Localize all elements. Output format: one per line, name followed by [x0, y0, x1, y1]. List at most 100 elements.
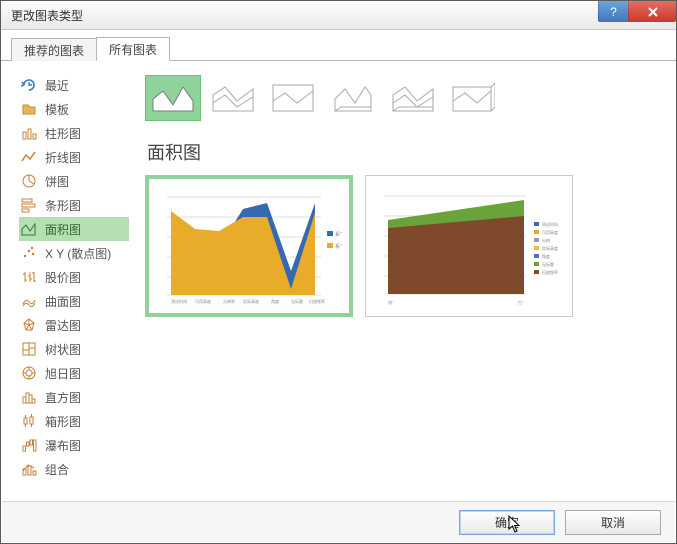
dialog-change-chart-type: 更改图表类型 ? 推荐的图表 所有图表 最近模板柱形图折线图饼图条形图面积图X …: [0, 0, 677, 544]
sidebar-item-label: 柱形图: [45, 125, 81, 142]
svg-text:扫": 扫": [518, 299, 524, 305]
template-icon: [21, 101, 37, 117]
xy-icon: [21, 245, 37, 261]
sidebar-item-label: 树状图: [45, 341, 81, 358]
stock-icon: [21, 269, 37, 285]
sidebar-item-label: 股价图: [45, 269, 81, 286]
sidebar-item-bar[interactable]: 条形图: [19, 193, 129, 217]
sunburst-icon: [21, 365, 37, 381]
surface-icon: [21, 293, 37, 309]
subtype-100-stacked-area[interactable]: [265, 75, 321, 121]
dialog-body: 最近模板柱形图折线图饼图条形图面积图X Y (散点图)股价图曲面图雷达图树状图旭…: [1, 61, 676, 503]
area-3d-icon: [331, 81, 375, 115]
sidebar-item-stock[interactable]: 股价图: [19, 265, 129, 289]
help-button[interactable]: ?: [598, 1, 628, 22]
sidebar-item-column[interactable]: 柱形图: [19, 121, 129, 145]
svg-text:可用高度: 可用高度: [195, 298, 211, 304]
close-button[interactable]: [628, 1, 676, 22]
sidebar-item-label: 模板: [45, 101, 69, 118]
sidebar-item-label: 最近: [45, 77, 69, 94]
window-controls: ?: [598, 1, 676, 22]
svg-text:测试时间: 测试时间: [542, 221, 558, 227]
svg-text:实际高度: 实际高度: [542, 245, 558, 251]
sidebar-item-histogram[interactable]: 直方图: [19, 385, 129, 409]
tab-recommended[interactable]: 推荐的图表: [11, 38, 97, 61]
preview-area-stacked[interactable]: 测试时间 可用高度 分辨 实际高度 角度 无标题 扫描频率 测" 扫": [365, 175, 573, 317]
sidebar-item-box[interactable]: 箱形图: [19, 409, 129, 433]
sidebar-item-line[interactable]: 折线图: [19, 145, 129, 169]
column-icon: [21, 125, 37, 141]
svg-text:无标题: 无标题: [291, 298, 303, 304]
sidebar-item-xy[interactable]: X Y (散点图): [19, 241, 129, 265]
svg-text:可用高度: 可用高度: [542, 229, 558, 235]
svg-text:分辨率: 分辨率: [223, 298, 235, 304]
chart-category-sidebar: 最近模板柱形图折线图饼图条形图面积图 X Y (散点图) 股价图曲面图雷达图树状图旭…: [1, 61, 133, 503]
chart-content: 面积图 测试时间可用高度分辨率 实际高度角度无标题扫描频率: [133, 61, 676, 503]
titlebar: 更改图表类型 ?: [1, 1, 676, 30]
tabstrip: 推荐的图表 所有图表: [1, 30, 676, 61]
sidebar-item-pie[interactable]: 饼图: [19, 169, 129, 193]
section-title: 面积图: [147, 139, 660, 165]
svg-text:扫描频率: 扫描频率: [542, 269, 558, 275]
subtype-3d-stacked-area[interactable]: [385, 75, 441, 121]
box-icon: [21, 413, 37, 429]
combo-icon: [21, 461, 37, 477]
sidebar-item-label: 曲面图: [45, 293, 81, 310]
dialog-footer: 确定 取消: [2, 501, 675, 542]
tab-all-charts[interactable]: 所有图表: [96, 37, 170, 61]
sidebar-item-label: 箱形图: [45, 413, 81, 430]
stacked-area-icon: [211, 81, 255, 115]
subtype-row: [145, 75, 660, 121]
svg-text:实际高度: 实际高度: [243, 298, 259, 304]
cancel-button[interactable]: 取消: [565, 510, 661, 535]
sidebar-item-label: 条形图: [45, 197, 81, 214]
ok-button[interactable]: 确定: [459, 510, 555, 535]
sidebar-item-radar[interactable]: 雷达图: [19, 313, 129, 337]
sidebar-item-sunburst[interactable]: 旭日图: [19, 361, 129, 385]
sidebar-item-label: X Y (散点图): [45, 245, 111, 262]
preview-area-overlap[interactable]: 测试时间 可用高度 分辨率 实际高度 角度 无标题扫描频率 系" 系": [145, 175, 353, 317]
svg-text:角度: 角度: [271, 298, 279, 304]
svg-text:扫描频率: 扫描频率: [309, 298, 325, 304]
sidebar-item-surface[interactable]: 曲面图: [19, 289, 129, 313]
percent-stacked-area-icon: [271, 81, 315, 115]
bar-icon: [21, 197, 37, 213]
subtype-3d-100-stacked-area[interactable]: [445, 75, 501, 121]
pie-icon: [21, 173, 37, 189]
radar-icon: [21, 317, 37, 333]
subtype-area[interactable]: [145, 75, 201, 121]
sidebar-item-template[interactable]: 模板: [19, 97, 129, 121]
svg-text:分辨: 分辨: [542, 237, 550, 243]
sidebar-item-label: 直方图: [45, 389, 81, 406]
sidebar-item-combo[interactable]: 组合: [19, 457, 129, 481]
waterfall-icon: [21, 437, 37, 453]
svg-text:系": 系": [335, 231, 342, 238]
sidebar-item-area[interactable]: 面积图: [19, 217, 129, 241]
svg-text:系": 系": [335, 243, 342, 250]
recent-icon: [21, 77, 37, 93]
sidebar-item-recent[interactable]: 最近: [19, 73, 129, 97]
close-icon: [647, 6, 659, 18]
svg-text:无标题: 无标题: [542, 261, 554, 267]
percent-stacked-area-3d-icon: [451, 81, 495, 115]
preview-chart-2: 测试时间 可用高度 分辨 实际高度 角度 无标题 扫描频率 测" 扫": [366, 176, 572, 316]
sidebar-item-label: 折线图: [45, 149, 81, 166]
area-icon: [21, 221, 37, 237]
sidebar-item-label: 面积图: [45, 221, 81, 238]
line-icon: [21, 149, 37, 165]
sidebar-item-label: 旭日图: [45, 365, 81, 382]
treemap-icon: [21, 341, 37, 357]
stacked-area-3d-icon: [391, 81, 435, 115]
area-icon: [151, 81, 195, 115]
subtype-3d-area[interactable]: [325, 75, 381, 121]
sidebar-item-label: 组合: [45, 461, 69, 478]
sidebar-item-label: 雷达图: [45, 317, 81, 334]
preview-chart-1: 测试时间 可用高度 分辨率 实际高度 角度 无标题扫描频率 系" 系": [149, 179, 349, 313]
sidebar-item-waterfall[interactable]: 瀑布图: [19, 433, 129, 457]
sidebar-item-label: 瀑布图: [45, 437, 81, 454]
histogram-icon: [21, 389, 37, 405]
svg-text:测试时间: 测试时间: [171, 298, 187, 304]
sidebar-item-treemap[interactable]: 树状图: [19, 337, 129, 361]
subtype-stacked-area[interactable]: [205, 75, 261, 121]
preview-row: 测试时间可用高度分辨率 实际高度角度无标题扫描频率 系" 系": [145, 175, 660, 317]
